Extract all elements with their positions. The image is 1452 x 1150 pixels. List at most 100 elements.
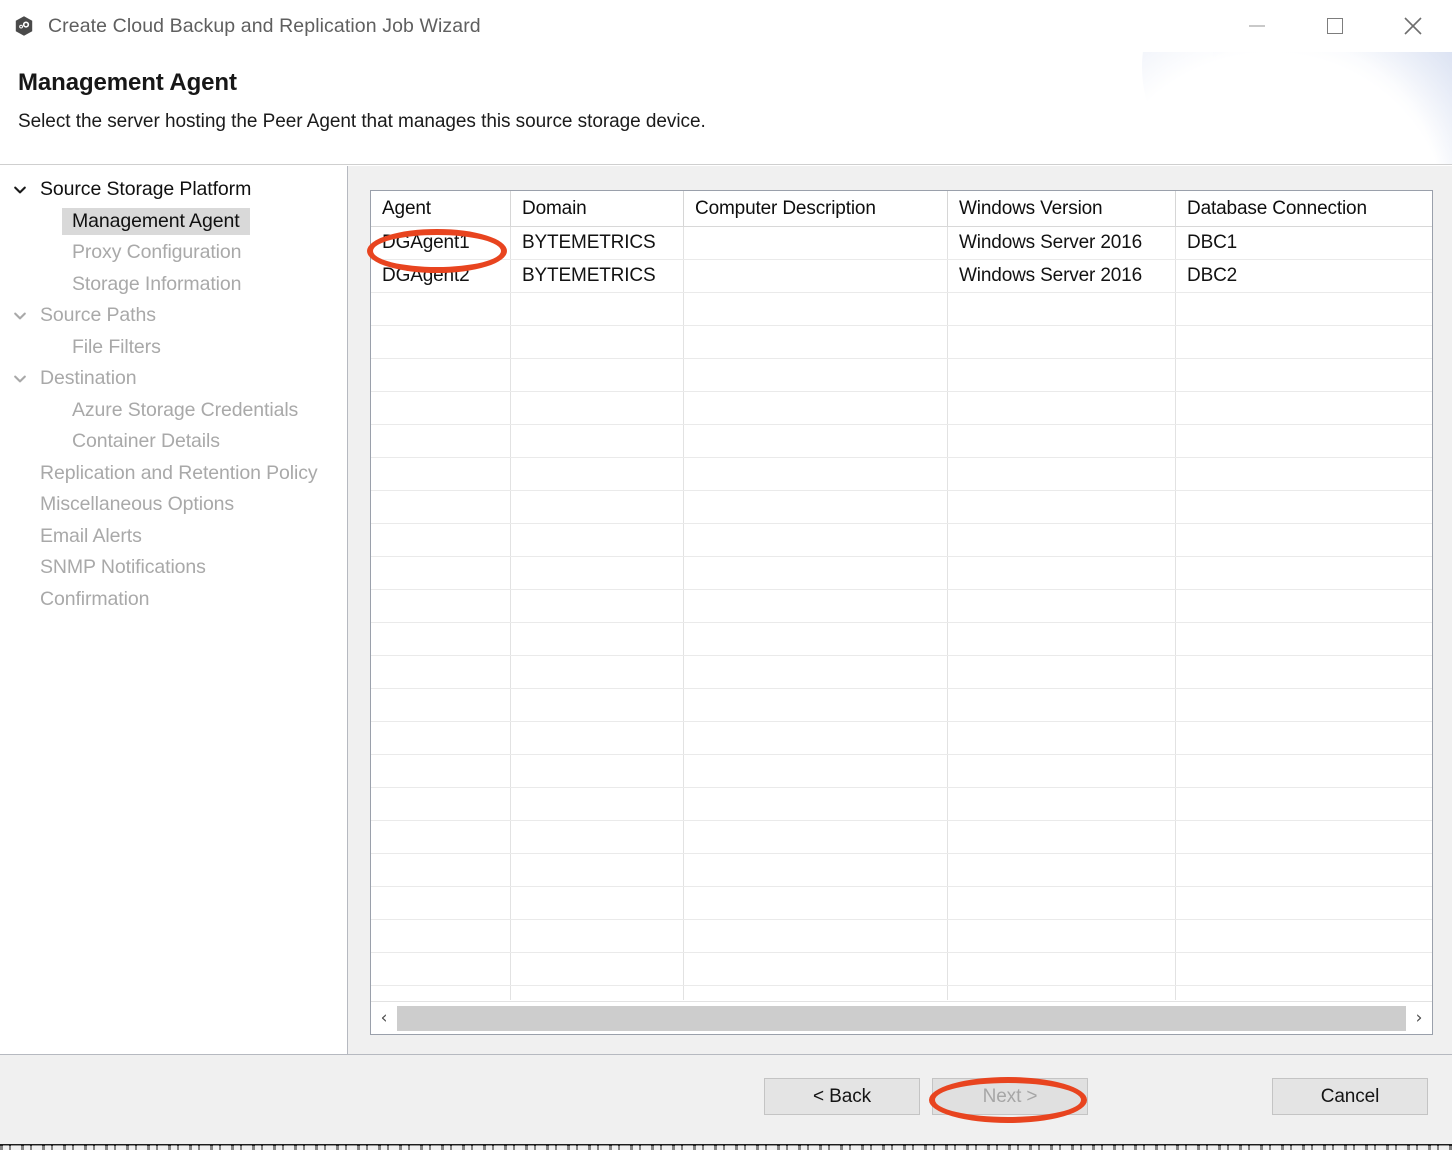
table-cell bbox=[511, 392, 684, 424]
table-cell bbox=[948, 689, 1176, 721]
table-row[interactable] bbox=[371, 656, 1432, 689]
sidebar-item-label: Proxy Configuration bbox=[72, 241, 242, 264]
table-row[interactable] bbox=[371, 755, 1432, 788]
scrollbar-thumb[interactable] bbox=[397, 1005, 1406, 1031]
table-row[interactable] bbox=[371, 524, 1432, 557]
table-cell bbox=[371, 755, 511, 787]
chevron-down-icon[interactable] bbox=[12, 182, 28, 198]
table-row[interactable] bbox=[371, 425, 1432, 458]
table-cell bbox=[684, 986, 948, 1000]
close-icon bbox=[1404, 17, 1422, 35]
sidebar-item-confirmation[interactable]: Confirmation bbox=[0, 584, 347, 616]
close-button[interactable] bbox=[1374, 0, 1452, 52]
table-cell bbox=[511, 359, 684, 391]
table-cell bbox=[371, 920, 511, 952]
table-row[interactable] bbox=[371, 722, 1432, 755]
table-cell bbox=[371, 590, 511, 622]
table-row[interactable] bbox=[371, 821, 1432, 854]
table-cell bbox=[948, 293, 1176, 325]
table-cell bbox=[511, 755, 684, 787]
horizontal-scrollbar[interactable]: ‹ › bbox=[371, 1001, 1432, 1034]
table-cell bbox=[684, 821, 948, 853]
table-cell bbox=[948, 425, 1176, 457]
table-cell bbox=[1176, 524, 1432, 556]
table-row[interactable] bbox=[371, 293, 1432, 326]
table-row[interactable] bbox=[371, 689, 1432, 722]
table-row[interactable] bbox=[371, 590, 1432, 623]
table-row[interactable] bbox=[371, 359, 1432, 392]
table-cell bbox=[684, 326, 948, 358]
table-cell bbox=[948, 392, 1176, 424]
table-cell bbox=[371, 491, 511, 523]
sidebar-item-storage-information[interactable]: Storage Information bbox=[0, 269, 347, 301]
scroll-left-icon[interactable]: ‹ bbox=[371, 1002, 397, 1035]
sidebar-item-label: Storage Information bbox=[72, 272, 242, 295]
sidebar-item-label: Management Agent bbox=[62, 207, 250, 235]
table-row[interactable] bbox=[371, 491, 1432, 524]
table-row[interactable] bbox=[371, 953, 1432, 986]
sidebar-item-destination[interactable]: Destination bbox=[0, 363, 347, 395]
wizard-window: Create Cloud Backup and Replication Job … bbox=[0, 0, 1452, 1150]
table-cell bbox=[511, 590, 684, 622]
minimize-button[interactable] bbox=[1218, 0, 1296, 52]
sidebar-item-label: Email Alerts bbox=[40, 524, 142, 547]
table-cell bbox=[684, 755, 948, 787]
sidebar-item-file-filters[interactable]: File Filters bbox=[0, 332, 347, 364]
table-cell bbox=[1176, 821, 1432, 853]
table-row[interactable] bbox=[371, 920, 1432, 953]
agent-table[interactable]: Agent Domain Computer Description Windows V… bbox=[371, 191, 1432, 1000]
sidebar-item-replication-and-retention-policy[interactable]: Replication and Retention Policy bbox=[0, 458, 347, 490]
cut-off-text-ink bbox=[0, 1145, 1452, 1150]
table-cell bbox=[511, 689, 684, 721]
table-row[interactable] bbox=[371, 788, 1432, 821]
scroll-right-icon[interactable]: › bbox=[1406, 1002, 1432, 1035]
table-cell bbox=[1176, 557, 1432, 589]
chevron-down-icon[interactable] bbox=[12, 371, 28, 387]
sidebar-item-snmp-notifications[interactable]: SNMP Notifications bbox=[0, 552, 347, 584]
table-cell: Windows Server 2016 bbox=[948, 260, 1176, 292]
back-button[interactable]: < Back bbox=[764, 1078, 920, 1115]
table-cell bbox=[948, 458, 1176, 490]
table-cell bbox=[684, 623, 948, 655]
sidebar-item-proxy-configuration[interactable]: Proxy Configuration bbox=[0, 237, 347, 269]
table-row[interactable] bbox=[371, 557, 1432, 590]
chevron-down-icon[interactable] bbox=[12, 308, 28, 324]
table-cell bbox=[684, 425, 948, 457]
table-row[interactable] bbox=[371, 623, 1432, 656]
table-cell bbox=[948, 755, 1176, 787]
table-cell bbox=[684, 788, 948, 820]
cut-off-content-strip bbox=[0, 1136, 1452, 1150]
sidebar-item-source-paths[interactable]: Source Paths bbox=[0, 300, 347, 332]
table-row[interactable]: DGAgent2 BYTEMETRICS Windows Server 2016 DB… bbox=[371, 260, 1432, 293]
table-row[interactable] bbox=[371, 458, 1432, 491]
sidebar-item-miscellaneous-options[interactable]: Miscellaneous Options bbox=[0, 489, 347, 521]
table-row[interactable] bbox=[371, 887, 1432, 920]
table-cell bbox=[371, 392, 511, 424]
sidebar-item-management-agent[interactable]: Management Agent bbox=[0, 206, 347, 238]
hexagon-app-icon bbox=[13, 15, 35, 37]
table-cell bbox=[371, 887, 511, 919]
table-row[interactable] bbox=[371, 392, 1432, 425]
sidebar-item-source-storage-platform[interactable]: Source Storage Platform bbox=[0, 174, 347, 206]
table-cell: DGAgent2 bbox=[371, 260, 511, 292]
table-row[interactable] bbox=[371, 986, 1432, 1000]
table-row[interactable] bbox=[371, 854, 1432, 887]
sidebar-item-container-details[interactable]: Container Details bbox=[0, 426, 347, 458]
sidebar-item-label: Miscellaneous Options bbox=[40, 493, 235, 516]
table-cell bbox=[371, 293, 511, 325]
column-header-agent: Agent bbox=[371, 191, 511, 226]
table-row[interactable] bbox=[371, 326, 1432, 359]
scrollbar-track[interactable] bbox=[397, 1005, 1406, 1031]
next-button[interactable]: Next > bbox=[932, 1078, 1088, 1115]
maximize-button[interactable] bbox=[1296, 0, 1374, 52]
cancel-button[interactable]: Cancel bbox=[1272, 1078, 1428, 1115]
table-cell bbox=[511, 557, 684, 589]
table-row[interactable]: DGAgent1 BYTEMETRICS Windows Server 2016 DB… bbox=[371, 227, 1432, 260]
table-cell bbox=[1176, 590, 1432, 622]
sidebar-item-azure-storage-credentials[interactable]: Azure Storage Credentials bbox=[0, 395, 347, 427]
sidebar-item-email-alerts[interactable]: Email Alerts bbox=[0, 521, 347, 553]
window-controls bbox=[1218, 0, 1452, 52]
table-cell bbox=[1176, 392, 1432, 424]
table-cell bbox=[948, 986, 1176, 1000]
sidebar-item-label: Azure Storage Credentials bbox=[72, 398, 299, 421]
